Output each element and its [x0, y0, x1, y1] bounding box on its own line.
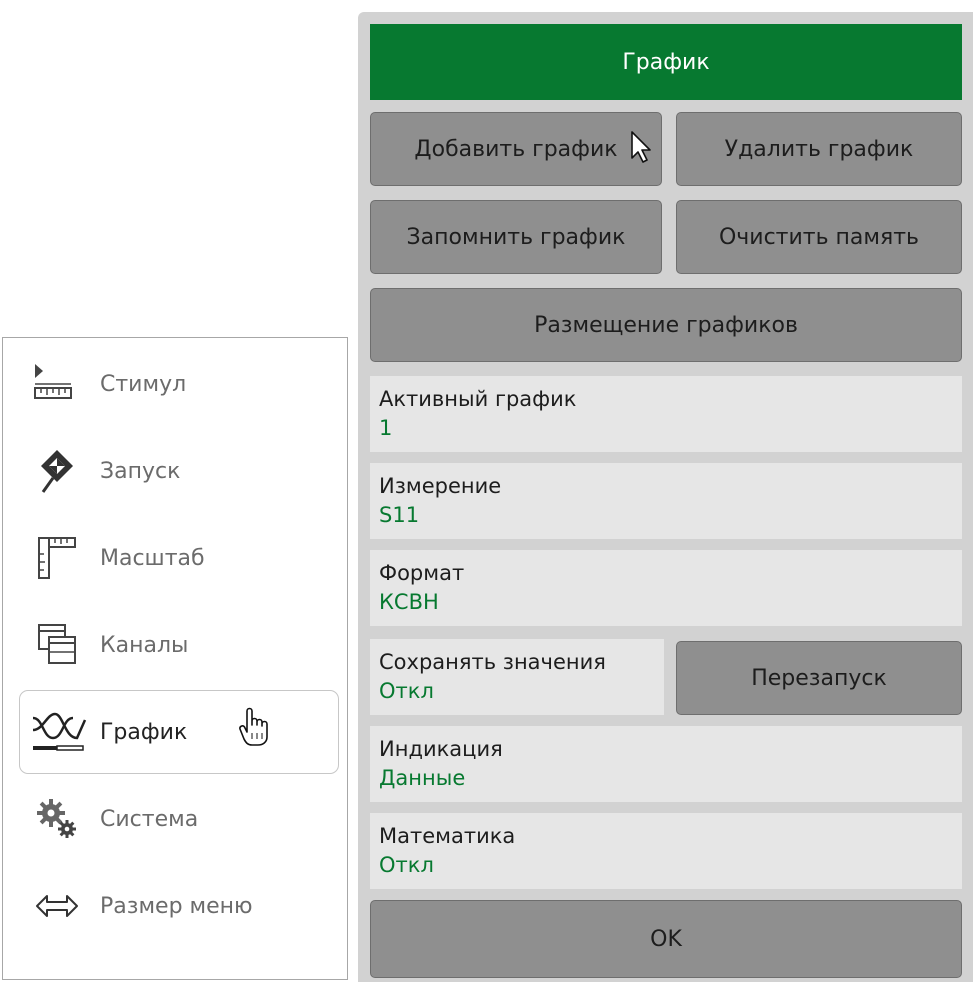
field-label: Измерение — [379, 474, 502, 498]
menu-label: Масштаб — [100, 545, 205, 571]
menu-item-scale[interactable]: Масштаб — [19, 516, 339, 600]
field-value: Откл — [379, 679, 434, 703]
ok-button[interactable]: OK — [370, 900, 962, 978]
menu-label: Запуск — [100, 458, 181, 484]
scale-ruler-icon — [24, 530, 94, 586]
format-field[interactable]: Формат КСВН — [370, 550, 962, 626]
menu-label: Размер меню — [100, 893, 253, 919]
panel-title: График — [370, 24, 962, 100]
hand-pointer-cursor-icon — [238, 707, 268, 751]
menu-label: Стимул — [100, 371, 187, 397]
restart-button[interactable]: Перезапуск — [676, 641, 962, 715]
trace-layout-button[interactable]: Размещение графиков — [370, 288, 962, 362]
trace-wave-icon — [24, 704, 94, 760]
trigger-diamond-icon — [24, 443, 94, 499]
math-field[interactable]: Математика Откл — [370, 813, 962, 889]
menu-label: Каналы — [100, 632, 189, 658]
field-label: Формат — [379, 561, 465, 585]
menu-label: Система — [100, 806, 199, 832]
channels-windows-icon — [24, 617, 94, 673]
ruler-arrow-icon — [24, 356, 94, 412]
active-trace-field[interactable]: Активный график 1 — [370, 376, 962, 452]
gears-icon — [24, 791, 94, 847]
menu-item-stimulus[interactable]: Стимул — [19, 342, 339, 426]
menu-label: График — [100, 719, 188, 745]
field-value: Откл — [379, 853, 434, 877]
hold-values-field[interactable]: Сохранять значения Откл — [370, 639, 664, 715]
field-value: Данные — [379, 766, 466, 790]
measurement-field[interactable]: Измерение S11 — [370, 463, 962, 539]
menu-item-channels[interactable]: Каналы — [19, 603, 339, 687]
menu-item-system[interactable]: Система — [19, 777, 339, 861]
field-label: Математика — [379, 824, 516, 848]
menu-item-trace[interactable]: График — [19, 690, 339, 774]
clear-memory-button[interactable]: Очистить память — [676, 200, 962, 274]
field-label: Сохранять значения — [379, 650, 606, 674]
trace-softkey-panel: График Добавить график Удалить график За… — [358, 12, 973, 982]
memorize-trace-button[interactable]: Запомнить график — [370, 200, 662, 274]
field-label: Активный график — [379, 387, 577, 411]
menu-item-trigger[interactable]: Запуск — [19, 429, 339, 513]
add-trace-button[interactable]: Добавить график — [370, 112, 662, 186]
field-label: Индикация — [379, 737, 503, 761]
field-value: S11 — [379, 503, 420, 527]
menu-item-menu-size[interactable]: Размер меню — [19, 864, 339, 948]
display-field[interactable]: Индикация Данные — [370, 726, 962, 802]
double-arrow-icon — [24, 878, 94, 934]
delete-trace-button[interactable]: Удалить график — [676, 112, 962, 186]
arrow-cursor-icon — [630, 130, 652, 168]
left-menu: Стимул Запуск Масштаб Каналы График Сист… — [2, 337, 348, 980]
field-value: 1 — [379, 416, 393, 440]
field-value: КСВН — [379, 590, 439, 614]
